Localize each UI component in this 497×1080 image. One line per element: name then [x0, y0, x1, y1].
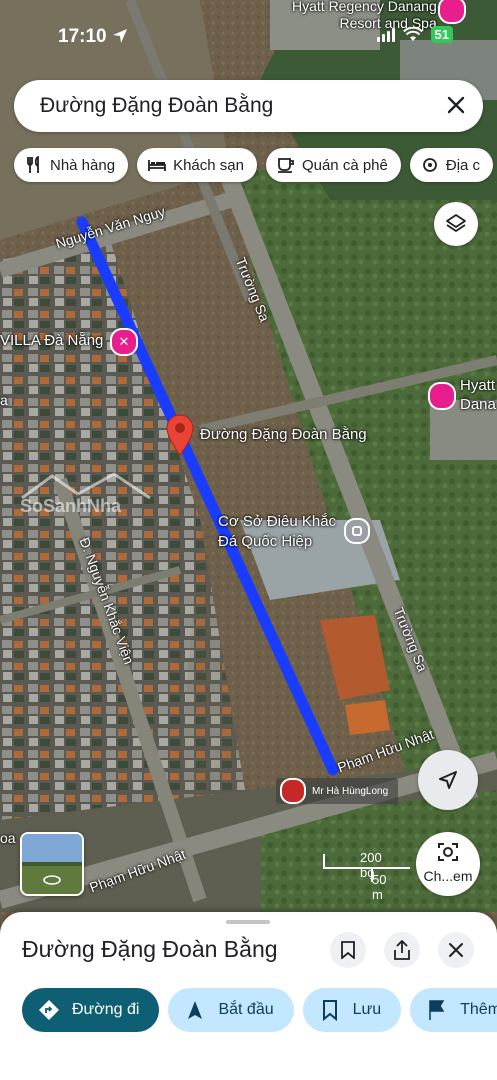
battery-indicator: 51: [430, 26, 453, 43]
directions-icon: [39, 1000, 59, 1020]
attraction-icon: [422, 158, 437, 172]
coffee-cup-icon: [277, 158, 294, 173]
chip-cafes-label: Quán cà phê: [301, 156, 388, 174]
villa-marker[interactable]: ✕: [110, 328, 138, 356]
fork-knife-icon: [27, 156, 39, 173]
chip-hotels-label: Khách sạn: [173, 156, 244, 174]
road-label-a: a: [0, 392, 8, 408]
place-sheet[interactable]: Đường Đặng Đoàn Bằng Đường đi Bắt đầu Lư…: [0, 912, 497, 1080]
villa-label[interactable]: VILLA Đà Nẵng: [0, 332, 103, 349]
save-label: Lưu: [352, 1001, 382, 1018]
hyatt-right-marker[interactable]: [428, 382, 456, 410]
credit-tag: Mr Hà HùngLong: [276, 778, 399, 804]
place-title: Đường Đặng Đoàn Bằng: [22, 936, 278, 962]
location-arrow-icon: [113, 29, 127, 43]
poi-label[interactable]: Cơ Sở Điêu Khắc Đá Quốc Hiệp: [218, 512, 336, 552]
directions-label: Đường đi: [72, 1001, 140, 1018]
chip-attractions-label: Địa c: [445, 156, 481, 174]
more-button[interactable]: Thêm: [410, 988, 497, 1032]
navigation-arrow-icon: [439, 771, 457, 789]
location-pin-icon[interactable]: [166, 414, 194, 456]
poi-marker[interactable]: [344, 518, 370, 544]
search-bar[interactable]: Đường Đặng Đoàn Bằng: [14, 80, 483, 132]
close-sheet-button[interactable]: [438, 932, 474, 968]
close-icon[interactable]: [445, 94, 467, 116]
recenter-button[interactable]: [418, 750, 478, 810]
bookmark-icon: [341, 941, 355, 959]
navigation-arrow-icon: [188, 1001, 203, 1019]
hyatt-right-label[interactable]: Hyatt Dana: [460, 376, 496, 414]
close-icon: [449, 943, 463, 957]
credit-text: Mr Hà HùngLong: [312, 785, 389, 797]
bookmark-icon: [322, 1000, 337, 1021]
chip-restaurants[interactable]: Nhà hàng: [14, 148, 129, 182]
share-button[interactable]: [384, 932, 420, 968]
rotate-360-icon: [43, 875, 61, 885]
lens-label: Ch...em: [423, 868, 473, 884]
layers-icon: [446, 214, 466, 232]
bed-icon: [148, 160, 166, 171]
category-chips: Nhà hàng Khách sạn Quán cà phê Địa c: [14, 148, 494, 182]
flag-icon: [429, 1000, 445, 1020]
action-buttons: Đường đi Bắt đầu Lưu Thêm: [22, 988, 497, 1032]
share-icon: [394, 940, 410, 960]
scale-meters: 50 m: [372, 872, 387, 902]
signal-icon: [376, 27, 395, 42]
chip-cafes[interactable]: Quán cà phê: [265, 148, 401, 182]
camera-lens-icon: [438, 843, 458, 861]
chip-hotels[interactable]: Khách sạn: [137, 148, 257, 182]
more-label: Thêm: [460, 1001, 497, 1018]
chip-attractions[interactable]: Địa c: [409, 148, 494, 182]
directions-button[interactable]: Đường đi: [22, 988, 160, 1032]
save-circle-button[interactable]: [330, 932, 366, 968]
street-view-thumbnail[interactable]: [20, 832, 84, 896]
status-time: 17:10: [58, 26, 107, 47]
layers-button[interactable]: [434, 202, 478, 246]
save-button[interactable]: Lưu: [302, 988, 402, 1032]
chip-restaurants-label: Nhà hàng: [50, 156, 116, 174]
start-button[interactable]: Bắt đầu: [168, 988, 294, 1032]
sheet-drag-handle[interactable]: [226, 920, 270, 924]
pin-label: Đường Đặng Đoàn Bằng: [200, 426, 367, 443]
road-label-oa: oa: [0, 830, 16, 846]
start-label: Bắt đầu: [218, 1001, 274, 1018]
status-bar: 17:10 51: [0, 0, 497, 70]
wifi-icon: [402, 27, 423, 41]
lens-button[interactable]: Ch...em: [416, 832, 480, 896]
watermark-logo: SoSanhNha: [18, 468, 156, 520]
credit-avatar: [280, 778, 306, 804]
search-input[interactable]: Đường Đặng Đoàn Bằng: [40, 94, 273, 118]
